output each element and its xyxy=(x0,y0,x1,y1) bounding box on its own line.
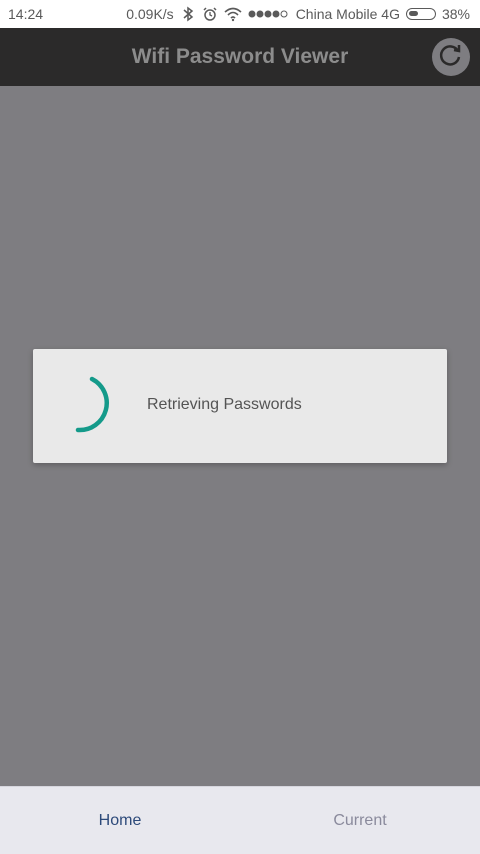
carrier-name: China Mobile 4G xyxy=(295,6,400,22)
bottom-nav: Home Current xyxy=(0,786,480,854)
battery-percent: 38% xyxy=(441,6,470,22)
battery-fill xyxy=(408,11,418,16)
status-time: 14:24 xyxy=(8,6,44,22)
refresh-icon xyxy=(438,42,464,73)
nav-home-tab[interactable]: Home xyxy=(0,787,240,854)
app-bar: Wifi Password Viewer xyxy=(0,28,480,86)
nav-home-label: Home xyxy=(98,812,142,829)
dialog-message: Retrieving Passwords xyxy=(147,396,302,413)
battery-icon xyxy=(405,8,436,20)
alarm-icon xyxy=(202,6,218,22)
wifi-icon xyxy=(224,6,242,22)
nav-current-tab[interactable]: Current xyxy=(240,787,480,854)
loading-spinner-icon xyxy=(70,375,120,435)
signal-dots-icon xyxy=(248,9,290,19)
nav-current-label: Current xyxy=(333,812,387,829)
status-bar: 14:24 0.09K/s China Mobile 4G 38% xyxy=(0,0,480,28)
refresh-button[interactable] xyxy=(432,38,470,76)
network-speed: 0.09K/s xyxy=(126,6,174,22)
bluetooth-icon xyxy=(180,6,196,22)
app-title: Wifi Password Viewer xyxy=(131,45,349,68)
